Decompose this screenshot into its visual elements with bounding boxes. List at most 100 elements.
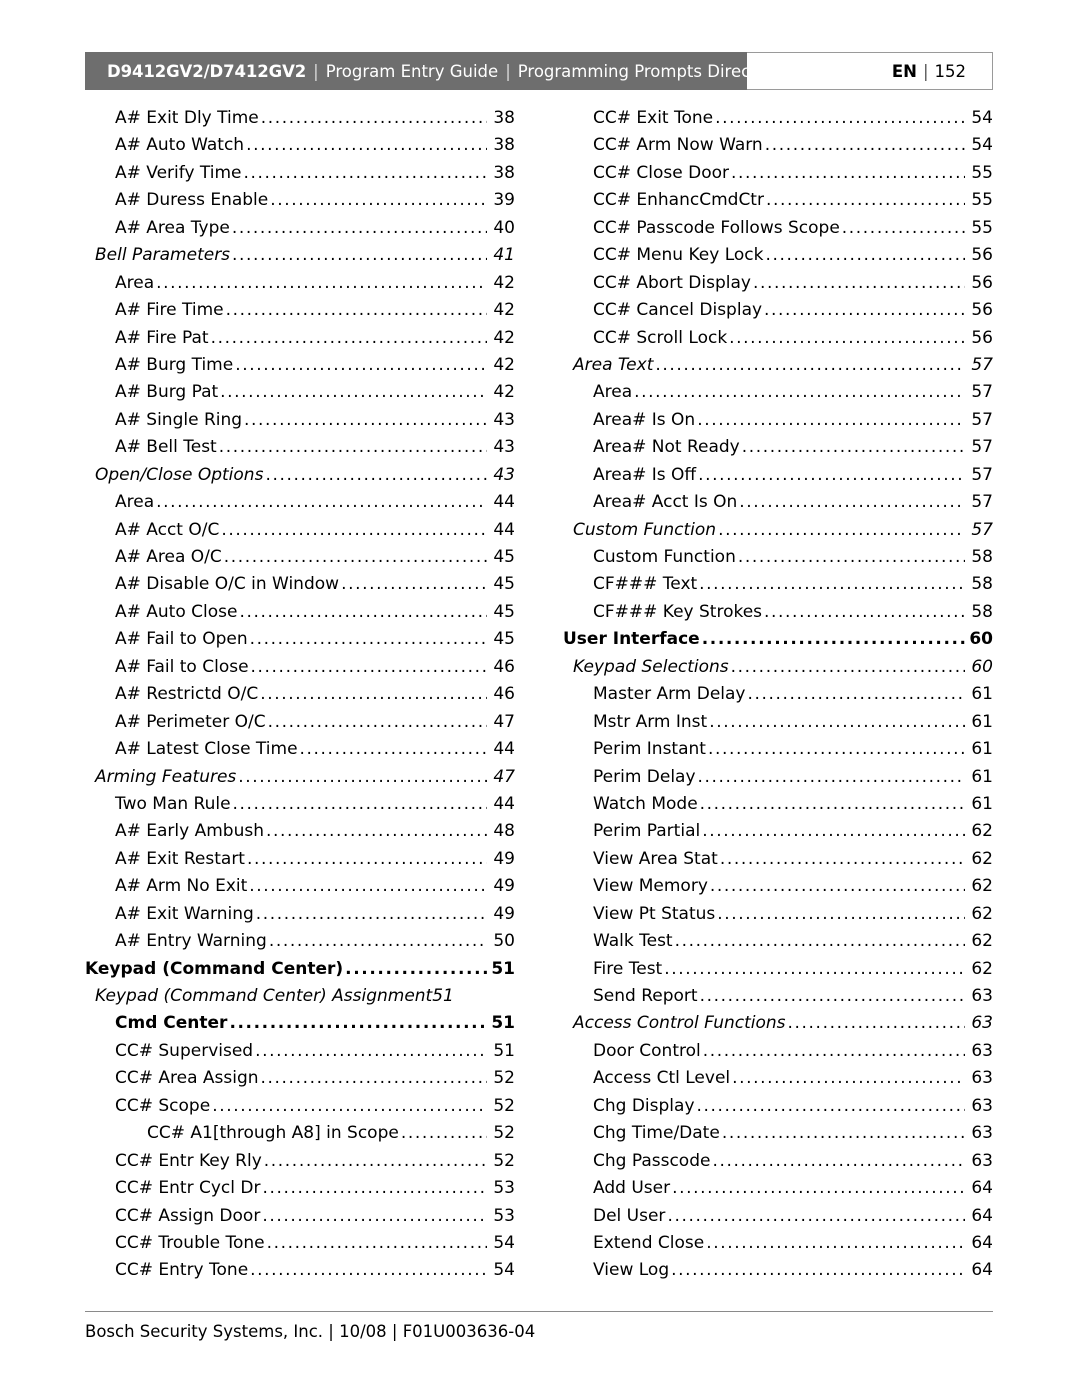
toc-entry-label: Two Man Rule xyxy=(115,793,231,814)
toc-entry[interactable]: A# Latest Close Time....................… xyxy=(85,736,515,763)
toc-entry[interactable]: A# Single Ring..........................… xyxy=(85,407,515,434)
toc-entry[interactable]: Two Man Rule............................… xyxy=(85,791,515,818)
toc-entry[interactable]: Area....................................… xyxy=(85,489,515,516)
toc-entry[interactable]: A# Fire Pat.............................… xyxy=(85,325,515,352)
toc-entry[interactable]: Extend Close............................… xyxy=(563,1230,993,1257)
toc-entry[interactable]: Add User................................… xyxy=(563,1175,993,1202)
toc-entry[interactable]: Chg Passcode............................… xyxy=(563,1148,993,1175)
toc-entry[interactable]: Access Control Functions................… xyxy=(563,1010,993,1037)
toc-entry[interactable]: A# Exit Warning.........................… xyxy=(85,901,515,928)
toc-entry[interactable]: Chg Time/Date...........................… xyxy=(563,1120,993,1147)
toc-entry[interactable]: A# Duress Enable........................… xyxy=(85,187,515,214)
toc-entry[interactable]: CC# EnhancCmdCtr........................… xyxy=(563,187,993,214)
toc-entry[interactable]: A# Burg Pat.............................… xyxy=(85,379,515,406)
toc-entry[interactable]: A# Burg Time............................… xyxy=(85,352,515,379)
toc-entry[interactable]: Area# Is On.............................… xyxy=(563,407,993,434)
toc-entry[interactable]: CC# Exit Tone...........................… xyxy=(563,105,993,132)
toc-entry[interactable]: A# Bell Test............................… xyxy=(85,434,515,461)
toc-entry[interactable]: CC# Entry Tone..........................… xyxy=(85,1257,515,1284)
toc-entry[interactable]: Del User................................… xyxy=(563,1203,993,1230)
toc-entry-page-number: 42 xyxy=(493,272,515,293)
toc-entry[interactable]: Area....................................… xyxy=(85,270,515,297)
toc-entry[interactable]: Open/Close Options......................… xyxy=(85,462,515,489)
toc-entry-page-number: 49 xyxy=(493,876,515,897)
toc-entry[interactable]: Watch Mode..............................… xyxy=(563,791,993,818)
toc-entry[interactable]: CC# Trouble Tone........................… xyxy=(85,1230,515,1257)
toc-entry[interactable]: CF### Text..............................… xyxy=(563,571,993,598)
toc-entry[interactable]: Bell Parameters.........................… xyxy=(85,242,515,269)
toc-entry[interactable]: Walk Test...............................… xyxy=(563,928,993,955)
footer-divider xyxy=(85,1311,993,1312)
toc-entry[interactable]: Area# Is Off............................… xyxy=(563,462,993,489)
toc-entry[interactable]: A# Acct O/C.............................… xyxy=(85,517,515,544)
toc-entry[interactable]: A# Fail to Open.........................… xyxy=(85,626,515,653)
toc-entry[interactable]: A# Entry Warning........................… xyxy=(85,928,515,955)
toc-entry[interactable]: Access Ctl Level........................… xyxy=(563,1065,993,1092)
toc-entry[interactable]: User Interface..........................… xyxy=(563,626,993,653)
toc-entry[interactable]: Cmd Center..............................… xyxy=(85,1010,515,1037)
toc-entry[interactable]: Custom Function.........................… xyxy=(563,544,993,571)
toc-entry-label: A# Burg Pat xyxy=(115,382,219,403)
toc-entry[interactable]: A# Early Ambush.........................… xyxy=(85,818,515,845)
toc-dot-leader: ........................................… xyxy=(270,190,487,211)
toc-entry[interactable]: Area# Acct Is On........................… xyxy=(563,489,993,516)
toc-entry-label: Area# Is On xyxy=(593,409,696,430)
toc-entry[interactable]: View Log................................… xyxy=(563,1257,993,1284)
toc-entry[interactable]: A# Area Type............................… xyxy=(85,215,515,242)
toc-entry[interactable]: CC# Arm Now Warn........................… xyxy=(563,132,993,159)
toc-entry-page-number: 45 xyxy=(493,601,515,622)
toc-entry[interactable]: A# Disable O/C in Window................… xyxy=(85,571,515,598)
toc-entry[interactable]: Keypad Selections.......................… xyxy=(563,654,993,681)
toc-entry[interactable]: A# Perimeter O/C........................… xyxy=(85,709,515,736)
toc-entry[interactable]: Perim Instant...........................… xyxy=(563,736,993,763)
toc-entry[interactable]: Perim Delay.............................… xyxy=(563,764,993,791)
toc-entry[interactable]: CC# Abort Display.......................… xyxy=(563,270,993,297)
toc-entry-label: CC# Abort Display xyxy=(593,272,751,293)
toc-entry[interactable]: Custom Function.........................… xyxy=(563,517,993,544)
toc-entry[interactable]: A# Auto Close...........................… xyxy=(85,599,515,626)
toc-entry[interactable]: CF### Key Strokes.......................… xyxy=(563,599,993,626)
toc-entry[interactable]: CC# Supervised..........................… xyxy=(85,1038,515,1065)
toc-entry[interactable]: A# Arm No Exit..........................… xyxy=(85,873,515,900)
toc-entry[interactable]: A# Fire Time............................… xyxy=(85,297,515,324)
toc-entry[interactable]: Area....................................… xyxy=(563,379,993,406)
toc-entry[interactable]: CC# A1[through A8] in Scope.............… xyxy=(85,1120,515,1147)
toc-entry[interactable]: A# Auto Watch...........................… xyxy=(85,132,515,159)
toc-entry[interactable]: Keypad (Command Center) Assignment51....… xyxy=(85,983,515,1010)
toc-entry[interactable]: Door Control............................… xyxy=(563,1038,993,1065)
toc-entry-label: A# Area O/C xyxy=(115,547,222,567)
toc-entry[interactable]: Master Arm Delay........................… xyxy=(563,681,993,708)
toc-entry[interactable]: Area# Not Ready.........................… xyxy=(563,434,993,461)
toc-dot-leader: ........................................… xyxy=(220,382,487,403)
toc-entry[interactable]: View Area Stat..........................… xyxy=(563,846,993,873)
toc-entry[interactable]: A# Fail to Close........................… xyxy=(85,654,515,681)
toc-entry[interactable]: Chg Display.............................… xyxy=(563,1093,993,1120)
toc-entry[interactable]: CC# Area Assign.........................… xyxy=(85,1065,515,1092)
toc-entry[interactable]: A# Exit Restart.........................… xyxy=(85,846,515,873)
toc-entry[interactable]: CC# Entr Key Rly........................… xyxy=(85,1148,515,1175)
toc-entry[interactable]: Fire Test...............................… xyxy=(563,956,993,983)
toc-entry[interactable]: CC# Assign Door.........................… xyxy=(85,1203,515,1230)
toc-entry[interactable]: CC# Close Door..........................… xyxy=(563,160,993,187)
toc-entry[interactable]: Arming Features.........................… xyxy=(85,764,515,791)
toc-entry[interactable]: A# Verify Time..........................… xyxy=(85,160,515,187)
toc-entry[interactable]: Area Text...............................… xyxy=(563,352,993,379)
toc-entry-label: Area Text xyxy=(573,354,654,375)
toc-entry[interactable]: View Pt Status..........................… xyxy=(563,901,993,928)
toc-entry[interactable]: CC# Passcode Follows Scope..............… xyxy=(563,215,993,242)
toc-entry[interactable]: Perim Partial...........................… xyxy=(563,818,993,845)
toc-entry[interactable]: A# Restrictd O/C........................… xyxy=(85,681,515,708)
toc-entry[interactable]: CC# Entr Cycl Dr........................… xyxy=(85,1175,515,1202)
toc-entry[interactable]: CC# Menu Key Lock.......................… xyxy=(563,242,993,269)
toc-entry-page-number: 57 xyxy=(971,409,993,430)
toc-entry[interactable]: A# Exit Dly Time........................… xyxy=(85,105,515,132)
toc-entry[interactable]: CC# Cancel Display......................… xyxy=(563,297,993,324)
toc-entry[interactable]: Mstr Arm Inst...........................… xyxy=(563,709,993,736)
toc-entry-page-number: 52 xyxy=(493,1123,515,1144)
toc-entry[interactable]: CC# Scroll Lock.........................… xyxy=(563,325,993,352)
toc-entry[interactable]: View Memory.............................… xyxy=(563,873,993,900)
toc-entry[interactable]: CC# Scope...............................… xyxy=(85,1093,515,1120)
toc-entry[interactable]: Keypad (Command Center).................… xyxy=(85,956,515,983)
toc-entry[interactable]: Send Report.............................… xyxy=(563,983,993,1010)
toc-entry[interactable]: A# Area O/C.............................… xyxy=(85,544,515,571)
